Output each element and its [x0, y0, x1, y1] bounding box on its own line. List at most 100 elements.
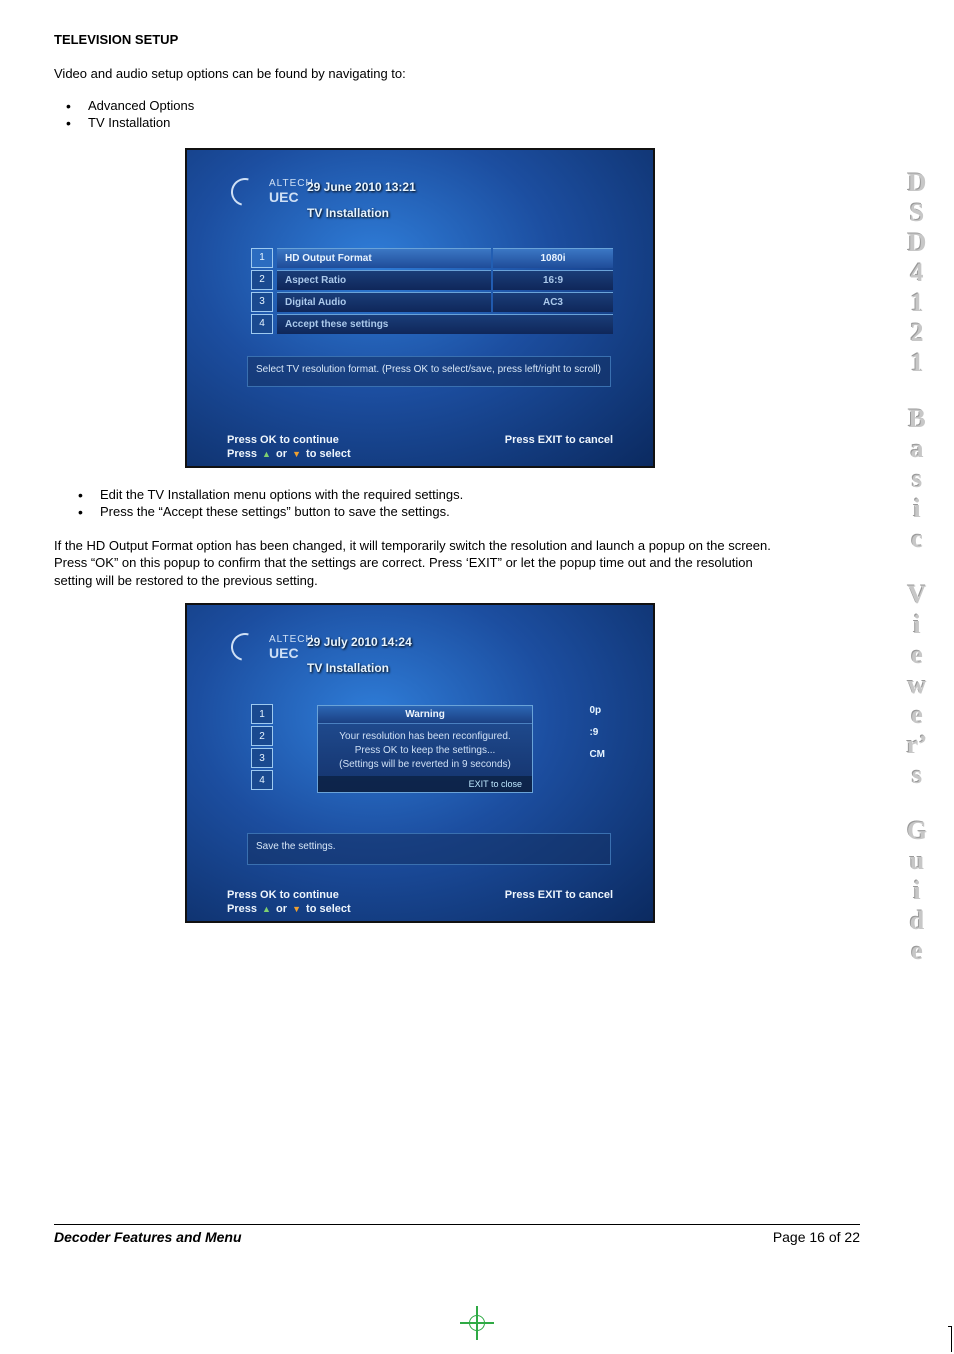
registration-mark-icon [464, 1310, 490, 1336]
menu-row-hd-output[interactable]: 1 HD Output Format 1080i [251, 248, 613, 268]
sideband-char: S [890, 200, 944, 226]
menu-value: AC3 [493, 292, 613, 312]
sideband-char: r’ [890, 732, 944, 758]
list-item: Press the “Accept these settings” button… [72, 503, 786, 521]
warning-popup: Warning Your resolution has been reconfi… [317, 705, 533, 793]
popup-title: Warning [318, 706, 532, 724]
popup-body: Your resolution has been reconfigured. P… [318, 724, 532, 776]
help-text: Select TV resolution format. (Press OK t… [247, 356, 611, 388]
sideband-char: s [890, 762, 944, 788]
footer-exit-hint: Press EXIT to cancel [505, 434, 613, 446]
sideband-char: e [890, 702, 944, 728]
menu-label: HD Output Format [277, 248, 491, 268]
menu-number: 1 [251, 704, 273, 724]
footer-select-hint: Press or to select [227, 903, 351, 915]
sideband-char: e [890, 642, 944, 668]
sideband-char: u [890, 848, 944, 874]
tv-installation-menu: 1 HD Output Format 1080i 2 Aspect Ratio … [251, 248, 613, 336]
footer-exit-hint: Press EXIT to cancel [505, 889, 613, 901]
popup-line: (Settings will be reverted in 9 seconds) [324, 758, 526, 772]
sideband-char: i [890, 496, 944, 522]
screenshot-footer: Press OK to continue Press EXIT to cance… [227, 434, 613, 446]
list-item: TV Installation [60, 114, 786, 132]
menu-row-accept-settings[interactable]: 4 Accept these settings [251, 314, 613, 334]
sideband-char: G [890, 818, 944, 844]
screenshot-footer: Press OK to continue Press EXIT to cance… [227, 889, 613, 901]
intro-paragraph: Video and audio setup options can be fou… [54, 65, 786, 83]
popup-close-hint[interactable]: EXIT to close [318, 776, 532, 792]
sideband-char: B [890, 406, 944, 432]
sideband-char: d [890, 908, 944, 934]
sideband-char: V [890, 582, 944, 608]
menu-number: 2 [251, 270, 273, 290]
sideband-char: D [890, 170, 944, 196]
down-arrow-icon [290, 448, 303, 460]
side-title-band: DSD4121BasicViewer’sGuide [890, 170, 944, 968]
list-item: Advanced Options [60, 97, 786, 115]
sideband-char: a [890, 436, 944, 462]
screenshot-datetime: 29 July 2010 14:24 [307, 635, 412, 649]
menu-label: Digital Audio [277, 292, 491, 312]
menu-number: 3 [251, 748, 273, 768]
footer-page-number: Page 16 of 22 [773, 1229, 860, 1245]
sideband-char: 1 [890, 350, 944, 376]
bg-value: :9 [589, 727, 605, 749]
screenshot-warning-popup: ALTECH UEC 29 July 2010 14:24 TV Install… [185, 603, 655, 923]
up-arrow-icon [260, 448, 273, 460]
page-footer: Decoder Features and Menu Page 16 of 22 [54, 1224, 860, 1245]
popup-line: Press OK to keep the settings... [324, 744, 526, 758]
help-text: Save the settings. [247, 833, 611, 865]
menu-row-digital-audio[interactable]: 3 Digital Audio AC3 [251, 292, 613, 312]
sideband-char [890, 792, 944, 814]
nav-bullet-list: Advanced Options TV Installation [60, 97, 786, 132]
sideband-char [890, 556, 944, 578]
footer-select-pre: Press [227, 448, 260, 460]
menu-number: 4 [251, 770, 273, 790]
menu-label: Aspect Ratio [277, 270, 491, 290]
menu-row-aspect-ratio[interactable]: 2 Aspect Ratio 16:9 [251, 270, 613, 290]
logo-arc-icon [226, 628, 264, 666]
mid-paragraph: If the HD Output Format option has been … [54, 537, 786, 590]
section-heading: TELEVISION SETUP [54, 32, 786, 47]
footer-select-post: to select [303, 448, 351, 460]
menu-value: 16:9 [493, 270, 613, 290]
sideband-char [890, 380, 944, 402]
sideband-char: e [890, 938, 944, 964]
bg-value: 0p [589, 705, 605, 727]
screenshot-datetime: 29 June 2010 13:21 [307, 180, 416, 194]
background-menu-numbers: 1 2 3 4 [251, 704, 277, 792]
menu-number: 1 [251, 248, 273, 268]
background-menu-values: 0p :9 CM [589, 705, 605, 771]
sideband-char: c [890, 526, 944, 552]
footer-select-post: to select [303, 903, 351, 915]
sideband-char: i [890, 612, 944, 638]
up-arrow-icon [260, 903, 273, 915]
screenshot-title: TV Installation [307, 661, 389, 675]
down-arrow-icon [290, 903, 303, 915]
sideband-char: 4 [890, 260, 944, 286]
footer-ok-hint: Press OK to continue [227, 889, 339, 901]
footer-select-hint: Press or to select [227, 448, 351, 460]
menu-value: 1080i [493, 248, 613, 268]
action-bullet-list: Edit the TV Installation menu options wi… [72, 486, 786, 521]
menu-number: 3 [251, 292, 273, 312]
sideband-char: 2 [890, 320, 944, 346]
sideband-char: 1 [890, 290, 944, 316]
logo-arc-icon [226, 173, 264, 211]
sideband-char: s [890, 466, 944, 492]
sideband-char: i [890, 878, 944, 904]
screenshot-title: TV Installation [307, 206, 389, 220]
list-item: Edit the TV Installation menu options wi… [72, 486, 786, 504]
footer-select-pre: Press [227, 903, 260, 915]
footer-ok-hint: Press OK to continue [227, 434, 339, 446]
popup-line: Your resolution has been reconfigured. [324, 730, 526, 744]
menu-number: 4 [251, 314, 273, 334]
sideband-char: D [890, 230, 944, 256]
sideband-char: w [890, 672, 944, 698]
menu-label: Accept these settings [277, 314, 613, 334]
crop-mark-icon [948, 1326, 952, 1352]
screenshot-tv-installation: ALTECH UEC 29 June 2010 13:21 TV Install… [185, 148, 655, 468]
menu-number: 2 [251, 726, 273, 746]
footer-section-name: Decoder Features and Menu [54, 1229, 242, 1245]
bg-value: CM [589, 749, 605, 771]
